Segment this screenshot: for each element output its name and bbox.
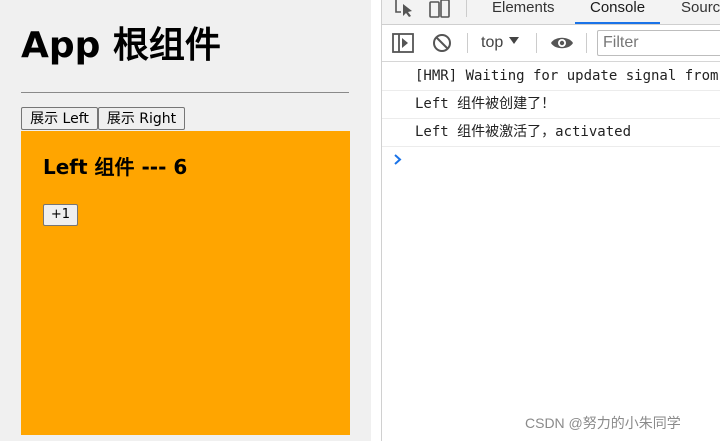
screen: App 根组件 展示 Left 展示 Right Left 组件 --- 6 +… [0, 0, 720, 441]
toolbar-separator [586, 33, 587, 53]
console-message: Left 组件被激活了，activated [382, 119, 720, 147]
devtools-tabbar: Elements Console Sources [382, 0, 720, 25]
filter-input[interactable] [597, 30, 720, 56]
tab-console[interactable]: Console [575, 0, 661, 24]
left-component: Left 组件 --- 6 +1 [21, 131, 350, 435]
toolbar-separator [536, 33, 537, 53]
console-toolbar: top [382, 25, 720, 62]
inspect-element-icon[interactable] [394, 0, 414, 18]
watermark: CSDN @努力的小朱同学 [525, 415, 681, 431]
sidebar-toggle-icon[interactable] [392, 33, 414, 53]
toolbar-separator [467, 33, 468, 53]
console-message: [HMR] Waiting for update signal from WDS… [382, 63, 720, 91]
context-selector[interactable]: top [481, 33, 520, 53]
divider [21, 92, 349, 93]
devtools-panel: Elements Console Sources top [381, 0, 720, 441]
tabbar-separator [466, 0, 467, 17]
show-right-button[interactable]: 展示 Right [98, 107, 185, 130]
eye-icon[interactable] [550, 35, 574, 51]
left-component-title: Left 组件 --- 6 [43, 155, 188, 179]
tab-elements[interactable]: Elements [492, 0, 555, 22]
show-left-button[interactable]: 展示 Left [21, 107, 98, 130]
tab-sources[interactable]: Sources [681, 0, 720, 22]
chevron-right-icon [394, 154, 402, 165]
console-output: [HMR] Waiting for update signal from WDS… [382, 63, 720, 171]
app-title: App 根组件 [21, 25, 221, 66]
console-message: Left 组件被创建了！ [382, 91, 720, 119]
context-label: top [481, 34, 504, 51]
app-page: App 根组件 展示 Left 展示 Right Left 组件 --- 6 +… [0, 0, 371, 441]
increment-button[interactable]: +1 [43, 204, 78, 226]
console-prompt[interactable] [382, 147, 720, 171]
device-toolbar-icon[interactable] [429, 0, 451, 18]
chevron-down-icon [509, 37, 520, 44]
clear-console-icon[interactable] [432, 33, 452, 53]
